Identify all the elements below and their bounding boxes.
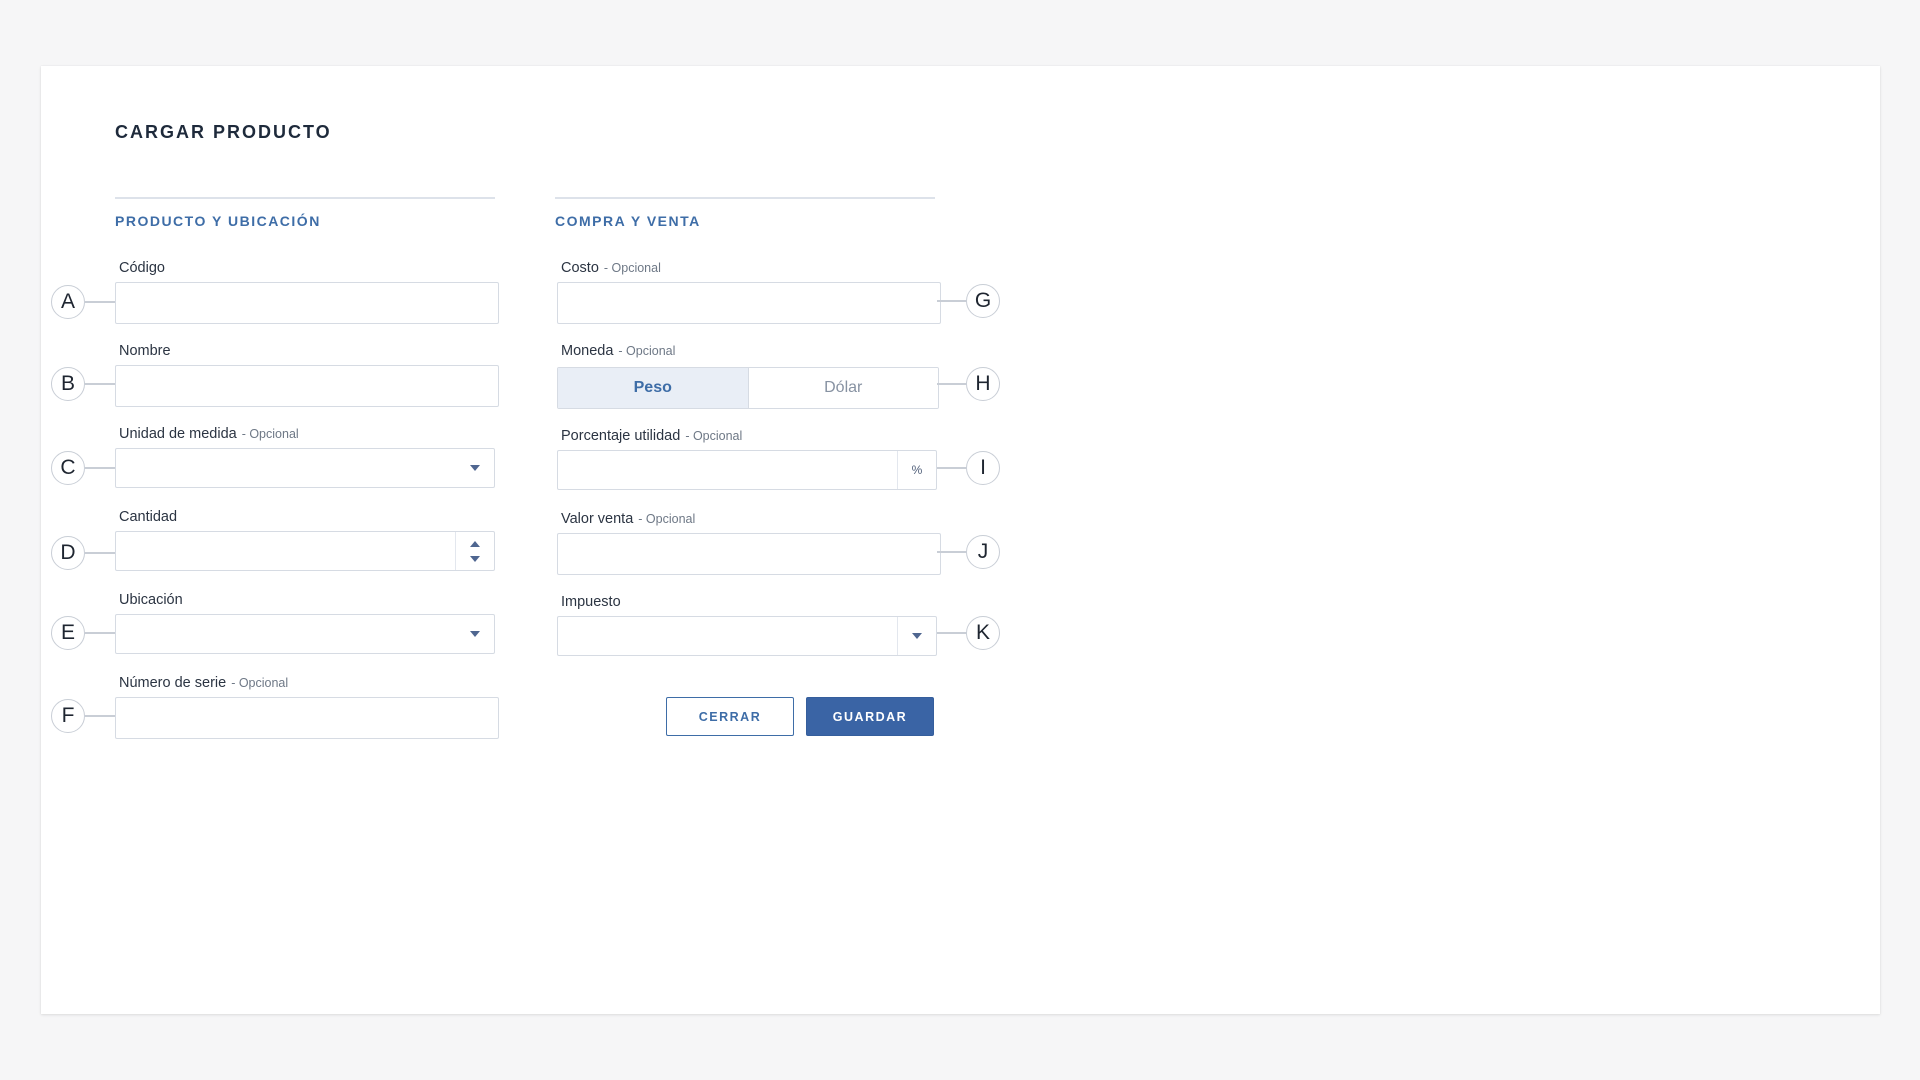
- serie-label: Número de serie - Opcional: [119, 675, 289, 691]
- moneda-option-dolar[interactable]: Dólar: [748, 368, 938, 408]
- left-section-title: PRODUCTO Y UBICACIÓN: [115, 213, 321, 229]
- callout-d-leader: [85, 552, 115, 554]
- unidad-select[interactable]: [115, 448, 495, 488]
- cantidad-stepper[interactable]: [115, 531, 495, 571]
- costo-label: Costo - Opcional: [561, 260, 661, 276]
- callout-b-leader: [85, 383, 115, 385]
- moneda-label: Moneda - Opcional: [561, 343, 676, 359]
- impuesto-label: Impuesto: [561, 594, 621, 610]
- right-section-rule: [555, 197, 935, 199]
- page-title: CARGAR PRODUCTO: [115, 122, 332, 142]
- codigo-label: Código: [119, 260, 165, 276]
- serie-input[interactable]: [115, 697, 499, 739]
- left-section-rule: [115, 197, 495, 199]
- guardar-button[interactable]: GUARDAR: [806, 697, 934, 736]
- impuesto-select[interactable]: [557, 616, 937, 656]
- nombre-input[interactable]: [115, 365, 499, 407]
- callout-f: F: [51, 699, 85, 733]
- callout-e: E: [51, 616, 85, 650]
- costo-input[interactable]: [557, 282, 941, 324]
- callout-a-leader: [85, 301, 115, 303]
- cerrar-button[interactable]: CERRAR: [666, 697, 794, 736]
- right-section-title: COMPRA Y VENTA: [555, 213, 701, 229]
- callout-g: G: [966, 284, 1000, 318]
- callout-j: J: [966, 535, 1000, 569]
- callout-g-leader: [937, 300, 967, 302]
- chevron-down-icon[interactable]: [897, 617, 936, 655]
- ubicacion-label: Ubicación: [119, 592, 183, 608]
- callout-k: K: [966, 616, 1000, 650]
- callout-i-leader: [937, 467, 967, 469]
- callout-c-leader: [85, 467, 115, 469]
- moneda-segmented-control: Peso Dólar: [557, 367, 939, 409]
- unidad-label: Unidad de medida - Opcional: [119, 426, 299, 442]
- callout-b: B: [51, 367, 85, 401]
- percent-suffix: %: [897, 451, 936, 489]
- porcentaje-input[interactable]: %: [557, 450, 937, 490]
- callout-h-leader: [937, 383, 967, 385]
- callout-d: D: [51, 536, 85, 570]
- callout-f-leader: [85, 715, 115, 717]
- increment-icon[interactable]: [470, 540, 480, 547]
- decrement-icon[interactable]: [470, 555, 480, 562]
- chevron-down-icon[interactable]: [456, 615, 494, 653]
- porcentaje-label: Porcentaje utilidad - Opcional: [561, 428, 743, 444]
- codigo-input[interactable]: [115, 282, 499, 324]
- ubicacion-select[interactable]: [115, 614, 495, 654]
- nombre-label: Nombre: [119, 343, 171, 359]
- callout-i: I: [966, 451, 1000, 485]
- moneda-option-peso[interactable]: Peso: [558, 368, 749, 408]
- callout-h: H: [966, 367, 1000, 401]
- callout-j-leader: [937, 551, 967, 553]
- valor-venta-input[interactable]: [557, 533, 941, 575]
- cantidad-label: Cantidad: [119, 509, 178, 525]
- chevron-down-icon[interactable]: [456, 449, 494, 487]
- callout-k-leader: [937, 632, 967, 634]
- callout-a: A: [51, 285, 85, 319]
- valor-venta-label: Valor venta - Opcional: [561, 511, 696, 527]
- callout-e-leader: [85, 632, 115, 634]
- stepper-controls: [455, 532, 494, 570]
- callout-c: C: [51, 451, 85, 485]
